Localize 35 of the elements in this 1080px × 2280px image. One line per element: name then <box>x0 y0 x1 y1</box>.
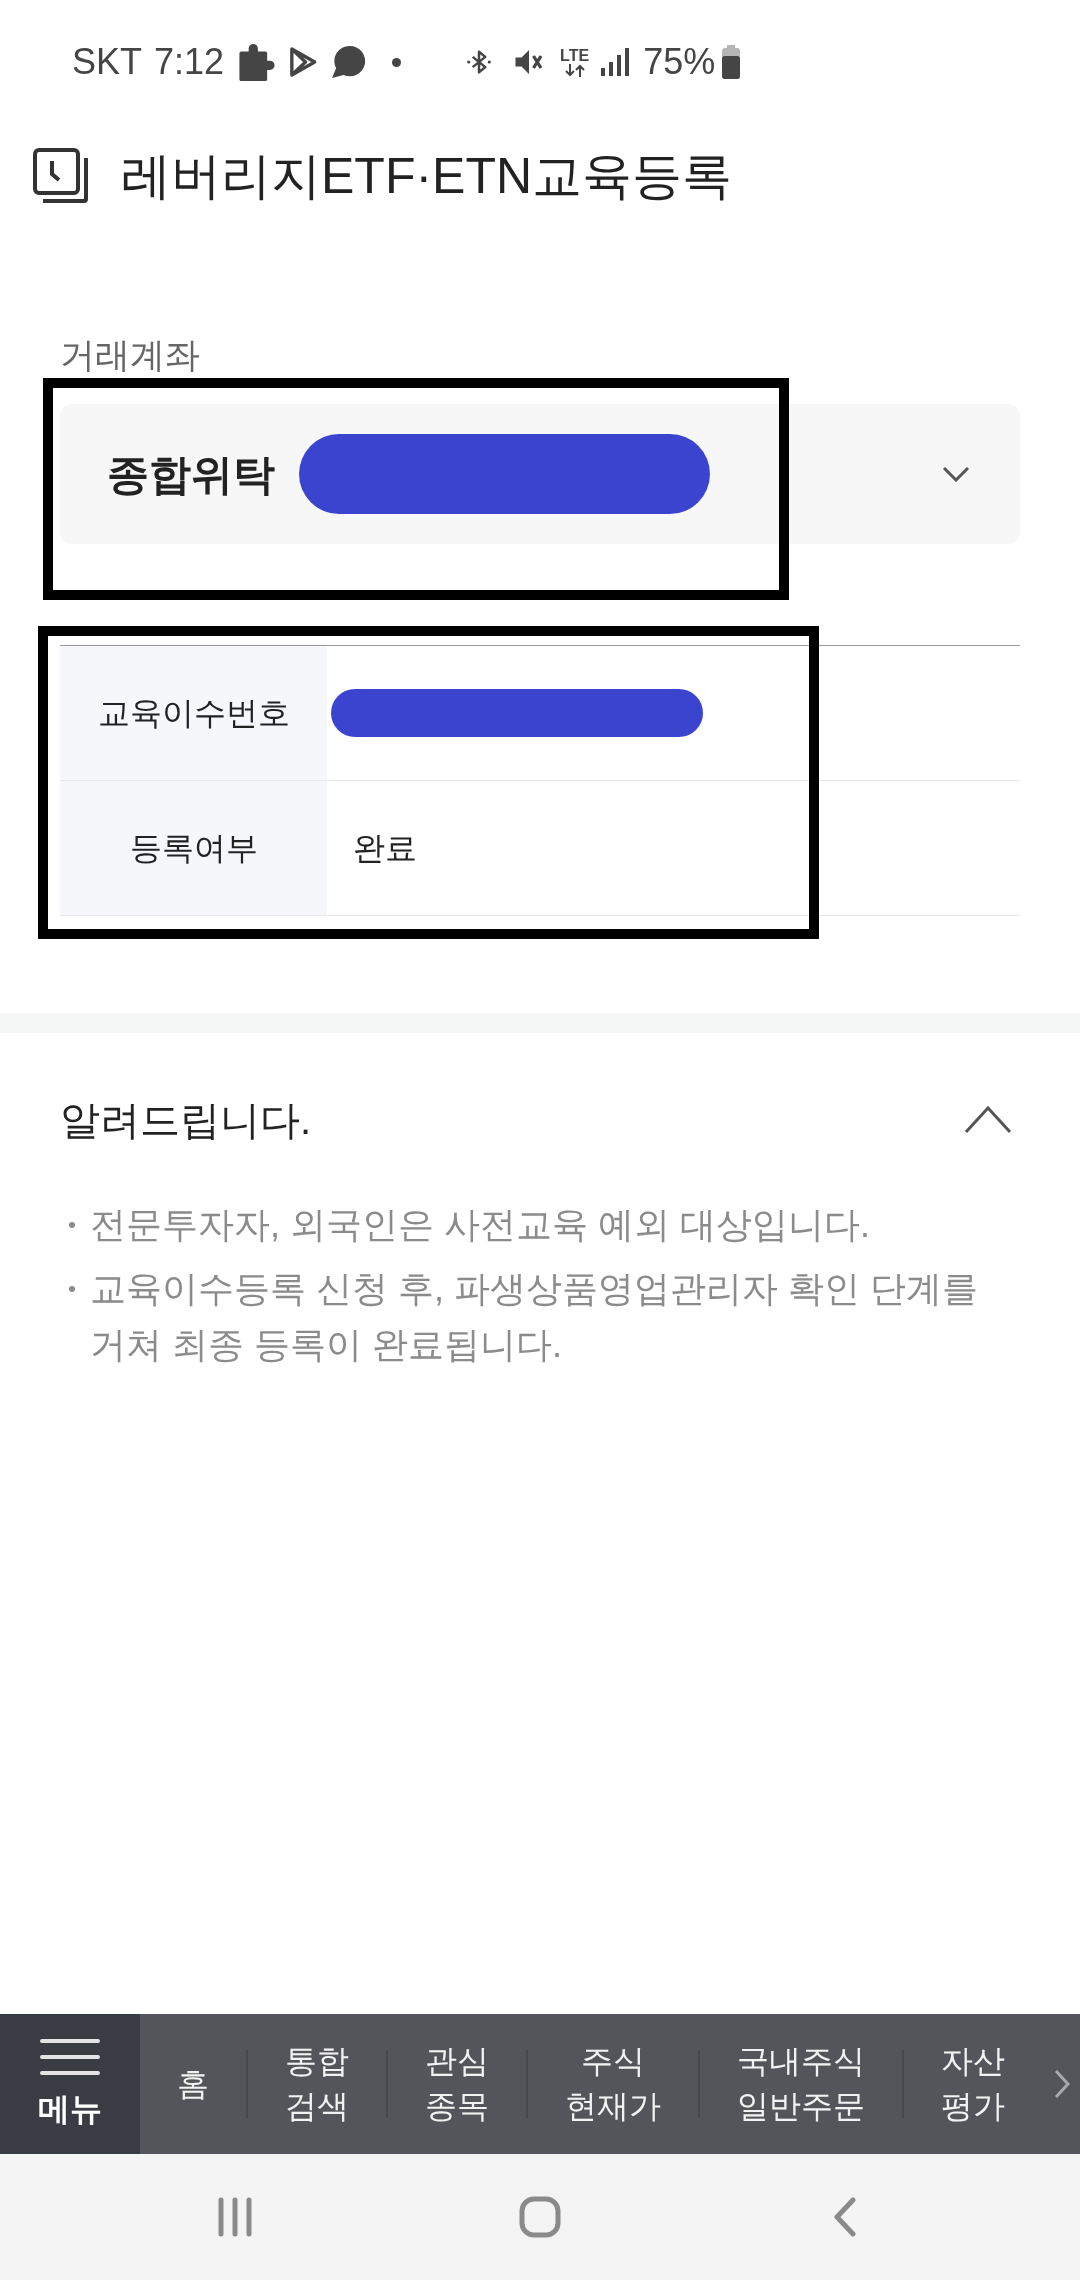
carrier-name: SKT <box>72 40 142 84</box>
battery-icon <box>721 45 742 79</box>
notice-title: 알려드립니다. <box>60 1097 312 1144</box>
menu-icon <box>40 2039 100 2075</box>
menu-shortcut[interactable]: 국내주식 일반주문 <box>700 2014 902 2154</box>
puzzle-icon <box>239 43 276 81</box>
menu-button[interactable]: 메뉴 <box>0 2014 140 2154</box>
chevron-icon[interactable] <box>964 1106 1012 1134</box>
menu-shortcut[interactable]: 관심 종목 <box>388 2014 526 2154</box>
notice-text: 교육이수등록 신청 후, 파생상품영업관리자 확인 단계를 거쳐 최종 등록이 완료됩니다. <box>90 1267 979 1367</box>
home-icon[interactable] <box>519 2196 561 2238</box>
clock-square-icon <box>33 148 89 204</box>
signal-icon <box>601 48 630 76</box>
battery-percentage: 75% <box>643 40 716 84</box>
menu-shortcut[interactable]: 주식 현재가 <box>528 2014 698 2154</box>
account-label: 거래계좌 <box>60 334 201 376</box>
back-icon[interactable] <box>833 2197 858 2237</box>
table-header-cell: 교육이수번호 <box>60 646 327 780</box>
table-header-cell: 등록여부 <box>60 781 327 915</box>
bullet-icon <box>69 1222 75 1228</box>
chat-bubble-icon <box>332 45 367 79</box>
status-time: 7:12 <box>154 40 225 84</box>
menu-shortcut[interactable]: 홈 <box>140 2014 246 2154</box>
menu-shortcut[interactable]: 통합 검색 <box>248 2014 386 2154</box>
bullet-icon <box>69 1286 75 1292</box>
data-arrows-icon <box>563 63 586 77</box>
menu-shortcut[interactable]: 자산 평가 <box>904 2014 1042 2154</box>
table-cell-text: 완료 <box>353 829 417 868</box>
page-title: 레버리지ETF·ETN교육등록 <box>121 146 733 206</box>
play-triangle-icon <box>288 46 318 78</box>
notice-text: 전문투자자, 외국인은 사전교육 예외 대상입니다. <box>90 1203 870 1247</box>
chevron-right-icon[interactable] <box>1054 2069 1070 2099</box>
network-type-label: LTE <box>560 47 590 64</box>
chevron-icon[interactable] <box>942 466 970 482</box>
account-select[interactable]: 종합위탁 <box>60 404 1020 544</box>
